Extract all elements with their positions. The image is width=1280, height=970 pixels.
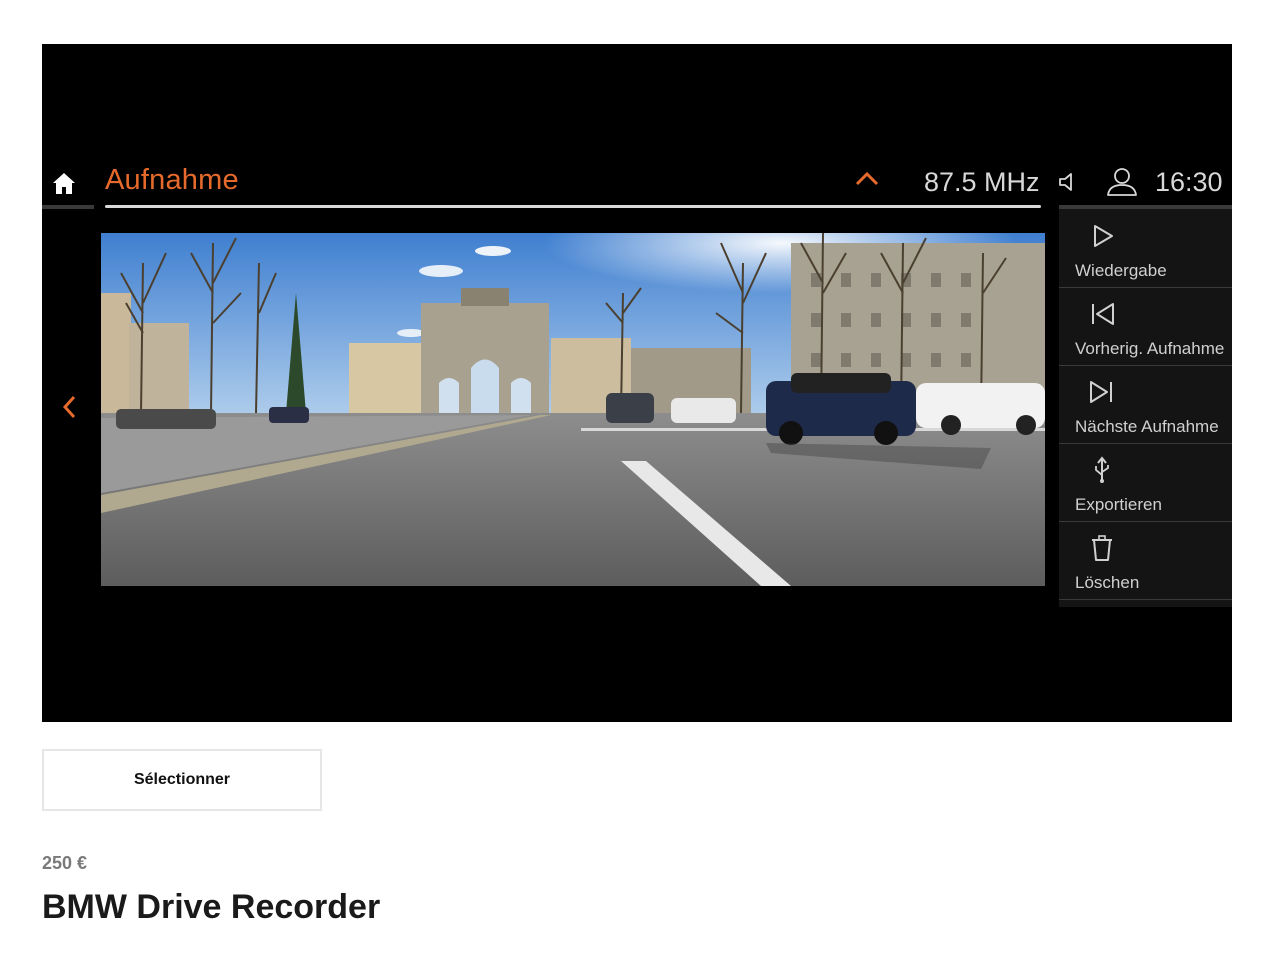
home-button[interactable] xyxy=(50,168,78,198)
menu-item-label: Wiedergabe xyxy=(1075,261,1167,280)
menu-item-label: Nächste Aufnahme xyxy=(1075,417,1219,436)
chevron-left-icon xyxy=(62,395,76,419)
menu-item-label: Vorherig. Aufnahme xyxy=(1075,339,1225,358)
select-button[interactable]: Sélectionner xyxy=(42,749,322,811)
menu-item-label: Löschen xyxy=(1075,573,1140,592)
skip-forward-icon xyxy=(1090,381,1112,403)
title-underline xyxy=(105,205,1041,208)
profile-button[interactable] xyxy=(1105,166,1139,198)
speaker-icon xyxy=(1059,173,1072,191)
home-underline xyxy=(42,205,94,209)
chevron-up-icon xyxy=(855,171,879,186)
usb-icon xyxy=(1095,456,1109,483)
menu-item-next[interactable]: Nächste Aufnahme xyxy=(1059,365,1232,444)
product-price: 250 € xyxy=(42,853,88,873)
skip-back-icon xyxy=(1092,303,1114,325)
previous-page-button[interactable] xyxy=(60,392,80,422)
menu-item-delete[interactable]: Löschen xyxy=(1059,521,1232,600)
menu-item-export[interactable]: Exportieren xyxy=(1059,443,1232,522)
menu-item-label: Exportieren xyxy=(1075,495,1162,514)
volume-button[interactable] xyxy=(1057,170,1081,194)
clock: 16:30 xyxy=(1155,167,1223,197)
recording-menu: Wiedergabe Vorherig. Aufnahme Nächste Au… xyxy=(1059,209,1232,607)
collapse-button[interactable] xyxy=(854,168,880,190)
menu-item-previous[interactable]: Vorherig. Aufnahme xyxy=(1059,287,1232,366)
home-icon xyxy=(53,173,75,194)
menu-item-play[interactable]: Wiedergabe xyxy=(1059,209,1232,288)
profile-icon xyxy=(1107,168,1137,196)
trash-icon xyxy=(1092,535,1112,561)
product-title: BMW Drive Recorder xyxy=(42,888,381,926)
radio-frequency[interactable]: 87.5 MHz xyxy=(924,167,1040,198)
idrive-screen: Aufnahme 87.5 MHz 16:30 Wiedergabe Vorhe… xyxy=(42,44,1232,722)
play-icon xyxy=(1094,225,1113,247)
recording-preview[interactable] xyxy=(101,233,1045,586)
page-title: Aufnahme xyxy=(105,164,239,196)
